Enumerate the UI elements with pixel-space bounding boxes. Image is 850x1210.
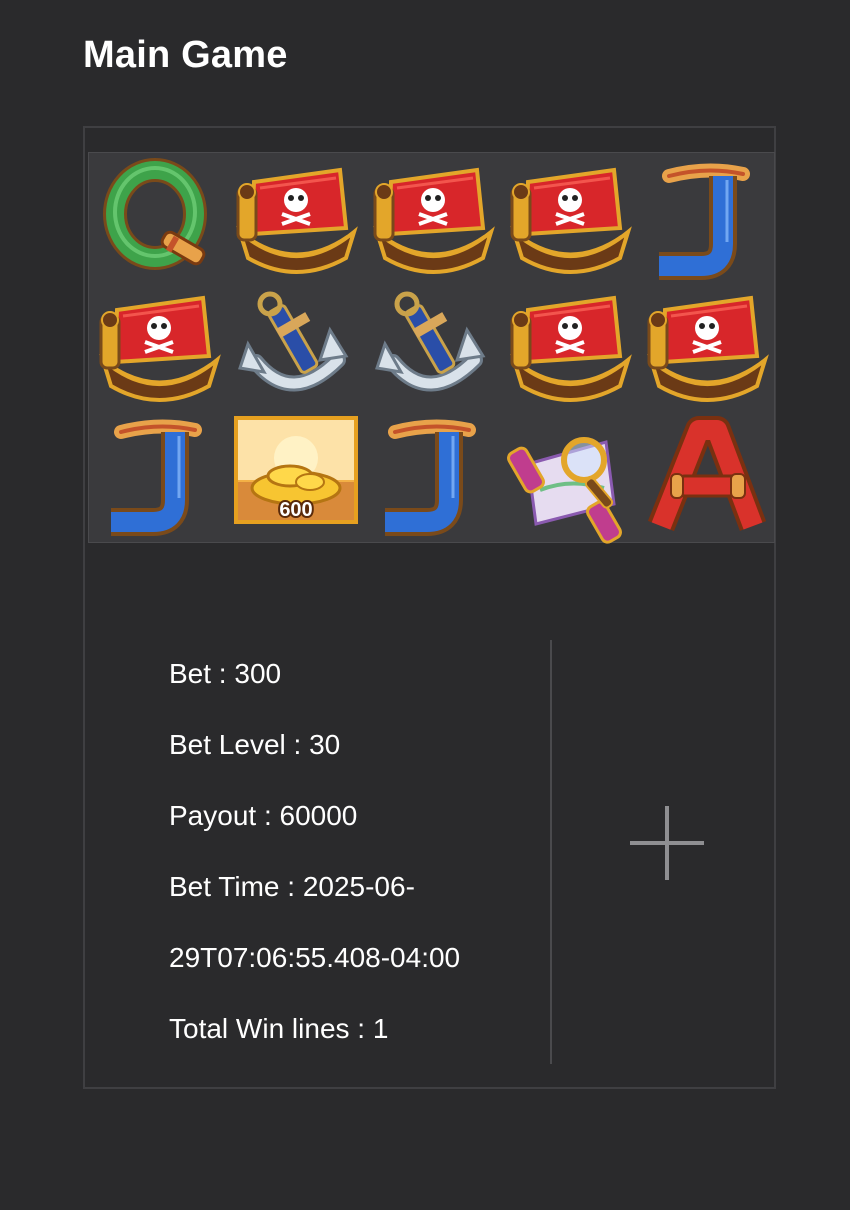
reel-cell	[502, 156, 638, 284]
anchor-icon	[375, 291, 486, 392]
pirate-ship-icon	[510, 295, 632, 402]
bet-time-continued: 29T07:06:55.408-04:00	[169, 942, 461, 973]
letter-j-icon	[111, 419, 202, 536]
reel-cell	[639, 284, 775, 412]
bet-details: Bet : 300 Bet Level : 30 Payout : 60000 …	[169, 638, 460, 1064]
page-title: Main Game	[83, 34, 288, 76]
reel-cell	[639, 412, 775, 540]
pirate-ship-icon	[99, 295, 221, 402]
reel-cell	[228, 156, 364, 284]
letter-a-icon	[647, 416, 767, 532]
reel-cell	[91, 412, 227, 540]
reel-cell	[502, 284, 638, 412]
bet-amount: Bet : 300	[169, 658, 282, 689]
reel-grid: 600	[88, 152, 775, 544]
vertical-divider	[550, 640, 552, 1064]
reel-cell	[502, 412, 638, 544]
total-win-lines: Total Win lines : 1	[169, 1013, 389, 1044]
letter-j-icon	[659, 163, 750, 280]
reel-cell	[228, 284, 364, 412]
reel-cell	[639, 156, 775, 284]
letter-q-icon	[103, 158, 207, 270]
expand-button[interactable]	[613, 798, 704, 888]
reel-cell	[91, 284, 227, 412]
pirate-ship-icon	[373, 167, 495, 274]
bet-level: Bet Level : 30	[169, 729, 341, 760]
reel-cell	[365, 284, 501, 412]
game-record-card: 600 Bet : 300 Bet Level : 30 Payout : 60	[83, 126, 776, 1089]
pirate-ship-icon	[647, 295, 769, 402]
payout: Payout : 60000	[169, 800, 358, 831]
letter-j-icon	[385, 419, 476, 536]
bet-time: Bet Time : 2025-06-	[169, 871, 415, 902]
gold-treasure-icon: 600	[234, 416, 358, 524]
pirate-ship-icon	[510, 167, 632, 274]
svg-text:600: 600	[279, 499, 312, 521]
pirate-ship-icon	[236, 167, 358, 274]
reel-cell	[91, 156, 227, 284]
reel-cell	[365, 412, 501, 540]
treasure-map-icon	[507, 437, 622, 544]
reel-cell: 600	[228, 412, 364, 540]
anchor-icon	[238, 291, 349, 392]
reel-cell	[365, 156, 501, 284]
